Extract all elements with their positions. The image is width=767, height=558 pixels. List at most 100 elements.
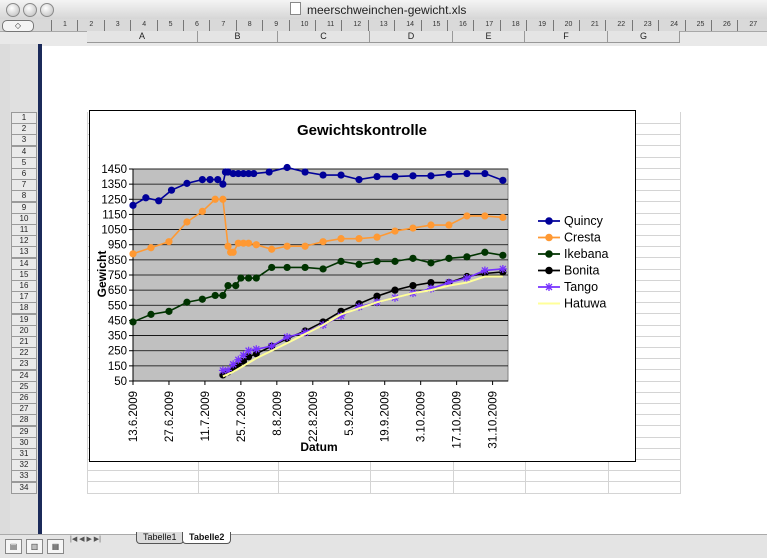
row-header-11[interactable]: 11: [11, 224, 37, 236]
y-tick-label: 550: [108, 300, 127, 312]
row-header-6[interactable]: 6: [11, 168, 37, 180]
sheet-tab-tabelle2[interactable]: Tabelle2: [182, 532, 232, 544]
data-point-cresta: [355, 235, 363, 243]
data-point-quincy: [167, 186, 176, 194]
data-point-quincy: [337, 171, 345, 179]
row-header-19[interactable]: 19: [11, 313, 37, 326]
row-header-24[interactable]: 24: [11, 369, 37, 382]
sheet-tab-tabelle1[interactable]: Tabelle1: [136, 532, 184, 544]
row-header-5[interactable]: 5: [11, 156, 37, 169]
row-header-12[interactable]: 12: [11, 235, 37, 248]
row-header-1[interactable]: 1: [11, 112, 37, 124]
row-header-21[interactable]: 21: [11, 336, 37, 348]
column-header-a[interactable]: A: [87, 31, 198, 43]
legend-label-ikebana: Ikebana: [564, 247, 609, 261]
row-header-30[interactable]: 30: [11, 436, 37, 449]
ruler-number: 1: [63, 21, 67, 28]
y-tick-label: 1250: [101, 194, 127, 206]
ruler-number: 6: [195, 21, 199, 28]
row-header-14[interactable]: 14: [11, 257, 37, 270]
x-tick-label: 3.10.2009: [416, 391, 428, 442]
data-point-quincy: [219, 180, 227, 188]
data-point-tango: [283, 333, 292, 342]
data-point-cresta: [219, 195, 227, 203]
y-tick-label: 1150: [102, 209, 127, 221]
ruler-tick: [552, 20, 554, 31]
data-point-quincy: [265, 168, 273, 176]
row-header-26[interactable]: 26: [11, 392, 37, 404]
row-header-4[interactable]: 4: [11, 145, 37, 158]
row-header-13[interactable]: 13: [11, 246, 37, 259]
data-point-ikebana: [499, 251, 507, 259]
page-layout-view-icon[interactable]: ▥: [26, 539, 43, 554]
data-point-cresta: [391, 227, 399, 235]
row-header-25[interactable]: 25: [11, 380, 37, 393]
ruler-tick: [684, 20, 686, 31]
row-header-27[interactable]: 27: [11, 403, 37, 416]
row-header-18[interactable]: 18: [11, 302, 37, 315]
y-tick-label: 250: [108, 346, 127, 358]
row-header-10[interactable]: 10: [11, 212, 37, 225]
ruler-tick: [341, 20, 343, 31]
chart-area[interactable]: 50 150 250 350 450 550 650 750 850 950 1050 1150 125…: [89, 110, 636, 462]
row-header-7[interactable]: 7: [11, 179, 37, 192]
row-header-31[interactable]: 31: [11, 448, 37, 460]
sheet-navigation-arrows[interactable]: |◀ ◀ ▶ ▶|: [70, 535, 130, 545]
column-header-g[interactable]: G: [608, 31, 680, 43]
column-header-e[interactable]: E: [453, 31, 525, 43]
y-tick-label: 1350: [101, 179, 127, 191]
data-point-ikebana: [355, 260, 363, 268]
page-break-view-icon[interactable]: ▦: [47, 539, 64, 554]
row-header-32[interactable]: 32: [11, 459, 37, 472]
data-point-cresta: [463, 212, 471, 220]
data-point-ikebana: [373, 257, 381, 265]
toolbar-toggle-button[interactable]: ◇: [2, 20, 34, 32]
row-header-22[interactable]: 22: [11, 347, 37, 360]
data-point-cresta: [229, 248, 237, 256]
legend-label-quincy: Quincy: [564, 214, 604, 228]
legend-marker-ikebana: [545, 250, 553, 258]
zoom-window-button[interactable]: [40, 3, 54, 17]
data-point-ikebana: [211, 291, 219, 300]
row-header-23[interactable]: 23: [11, 358, 37, 371]
data-point-ikebana: [427, 259, 435, 267]
row-header-9[interactable]: 9: [11, 201, 37, 214]
y-tick-label: 650: [108, 285, 127, 297]
row-header-3[interactable]: 3: [11, 134, 37, 147]
column-header-b[interactable]: B: [198, 31, 278, 43]
column-header-d[interactable]: D: [370, 31, 453, 43]
normal-view-icon[interactable]: ▤: [5, 539, 22, 554]
row-header-2[interactable]: 2: [11, 123, 37, 136]
x-tick-label: 8.8.2009: [272, 391, 284, 436]
close-window-button[interactable]: [6, 3, 20, 17]
data-point-quincy: [463, 169, 471, 178]
ruler-tick: [579, 20, 580, 31]
minimize-window-button[interactable]: [23, 3, 37, 17]
data-point-ikebana: [319, 265, 327, 273]
ruler-tick: [103, 20, 105, 31]
data-point-cresta: [211, 195, 219, 203]
row-header-8[interactable]: 8: [11, 190, 37, 203]
ruler-number: 22: [617, 21, 626, 28]
y-tick-label: 950: [108, 240, 127, 252]
y-tick-label: 350: [108, 331, 127, 343]
row-header-17[interactable]: 17: [11, 291, 37, 304]
ruler-tick: [209, 20, 211, 31]
ruler-tick: [711, 20, 712, 31]
ruler-number: 24: [670, 21, 678, 28]
row-header-20[interactable]: 20: [11, 324, 37, 337]
ruler-number: 27: [749, 21, 758, 28]
row-header-28[interactable]: 28: [11, 414, 37, 427]
row-header-34[interactable]: 34: [11, 481, 37, 494]
column-header-f[interactable]: F: [525, 31, 608, 43]
ruler-number: 19: [538, 21, 546, 28]
row-header-16[interactable]: 16: [11, 280, 37, 292]
column-header-c[interactable]: C: [278, 31, 370, 43]
data-point-ikebana: [463, 253, 471, 261]
data-point-ikebana: [252, 274, 260, 282]
row-header-29[interactable]: 29: [11, 425, 37, 438]
data-point-cresta: [283, 242, 291, 250]
row-header-33[interactable]: 33: [11, 470, 37, 483]
data-point-quincy: [198, 176, 206, 184]
row-header-15[interactable]: 15: [11, 268, 37, 281]
